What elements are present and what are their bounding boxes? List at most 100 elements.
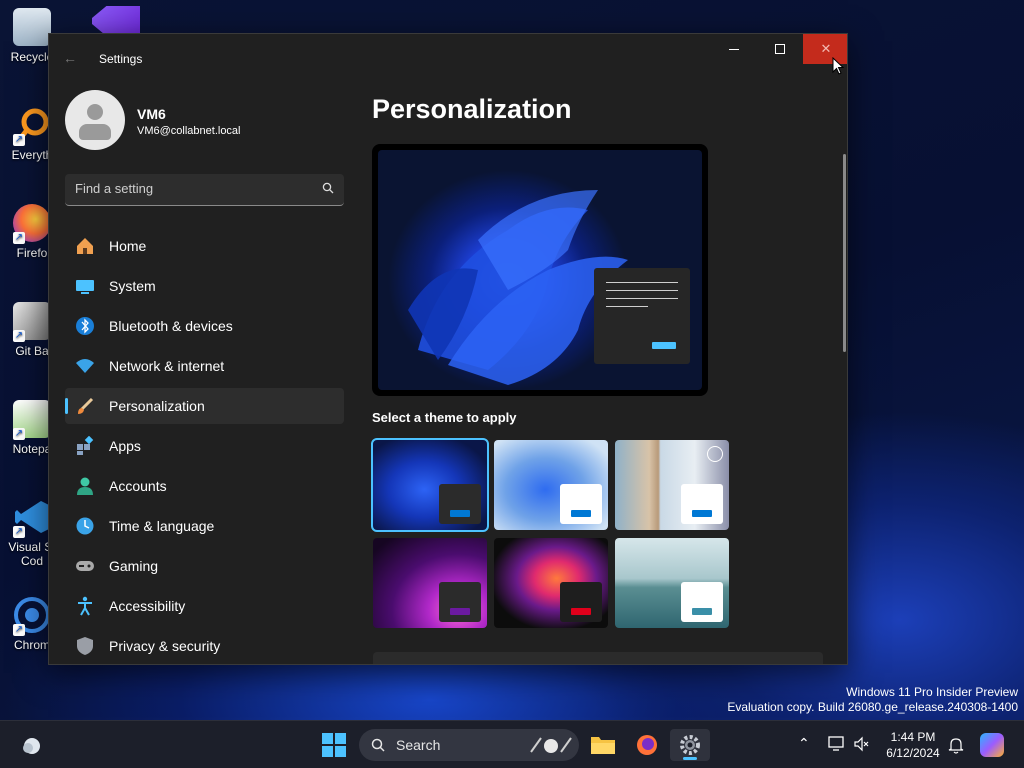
copilot-icon[interactable] [980, 733, 1004, 757]
vscode-icon: ↗ [13, 498, 51, 538]
shortcut-arrow-icon: ↗ [13, 526, 25, 538]
sidebar-item-label: Accessibility [109, 598, 186, 614]
preview-window [594, 268, 690, 364]
theme-mini-bar [692, 510, 712, 517]
visual-studio-icon[interactable] [92, 6, 140, 36]
sidebar-item-accessibility[interactable]: Accessibility [65, 588, 344, 624]
minimize-button[interactable] [711, 34, 757, 64]
sidebar-item-accounts[interactable]: Accounts [65, 468, 344, 504]
theme-spotlight[interactable] [615, 440, 729, 530]
avatar[interactable] [65, 90, 125, 150]
desktop-icon-label: Recycle [10, 50, 54, 64]
theme-flow[interactable] [615, 538, 729, 628]
page-title: Personalization [372, 94, 572, 124]
theme-windows-light[interactable] [494, 440, 608, 530]
wallpaper-preview [378, 150, 702, 390]
theme-mini-bar [692, 608, 712, 615]
display-icon[interactable] [828, 735, 846, 753]
taskbar-clock[interactable]: 1:44 PM 6/12/2024 [880, 729, 946, 761]
settings-card[interactable] [373, 652, 823, 664]
theme-mini-window [439, 484, 481, 524]
find-setting-search[interactable] [65, 174, 344, 206]
taskbar-search[interactable]: Search [359, 729, 579, 761]
sidebar-item-personalization[interactable]: Personalization [65, 388, 344, 424]
maximize-button[interactable] [757, 34, 803, 64]
theme-mini-window [681, 484, 723, 524]
taskbar-file-explorer[interactable] [583, 729, 623, 761]
sidebar-item-label: Home [109, 238, 147, 254]
time-language-icon [75, 516, 95, 536]
theme-glow[interactable] [373, 538, 487, 628]
search-input[interactable] [75, 181, 305, 196]
sidebar-item-home[interactable]: Home [65, 228, 344, 264]
theme-section-label: Select a theme to apply [372, 410, 517, 425]
theme-mini-bar [450, 608, 470, 615]
windows-logo-icon [335, 746, 346, 757]
volume-muted-icon[interactable] [853, 735, 871, 753]
firefox-icon: ↗ [13, 204, 51, 244]
network-icon [75, 356, 95, 376]
shortcut-arrow-icon: ↗ [13, 232, 25, 244]
gear-icon [680, 735, 700, 755]
sidebar-item-time-language[interactable]: Time & language [65, 508, 344, 544]
avatar-body [79, 124, 111, 140]
sidebar-item-apps[interactable]: Apps [65, 428, 344, 464]
theme-mini-window [439, 582, 481, 622]
windows-logo-icon [322, 746, 333, 757]
sidebar-item-gaming[interactable]: Gaming [65, 548, 344, 584]
taskbar-firefox[interactable] [627, 729, 667, 761]
sidebar-item-label: Time & language [109, 518, 215, 534]
sidebar-item-system[interactable]: System [65, 268, 344, 304]
sidebar-item-label: Bluetooth & devices [109, 318, 233, 334]
theme-mini-bar [571, 510, 591, 517]
sidebar-item-bluetooth[interactable]: Bluetooth & devices [65, 308, 344, 344]
desktop-icon-label: Chrom [13, 638, 50, 652]
sidebar-item-label: System [109, 278, 156, 294]
chrome-icon: ↗ [13, 596, 51, 636]
theme-mini-bar [450, 510, 470, 517]
preview-line [606, 298, 678, 299]
firefox-icon [637, 735, 657, 755]
preview-line [606, 306, 648, 307]
desktop-icon-label: Everyth [11, 148, 53, 162]
back-arrow-icon[interactable]: ← [63, 50, 79, 66]
gaming-icon [75, 556, 95, 576]
shortcut-arrow-icon: ↗ [13, 428, 25, 440]
sidebar-item-privacy-security[interactable]: Privacy & security [65, 628, 344, 664]
watermark-line-1: Windows 11 Pro Insider Preview [846, 685, 1018, 699]
sidebar-item-label: Privacy & security [109, 638, 221, 654]
accounts-icon [75, 476, 95, 496]
taskbar: Search ⌃ 1:44 PM 6/12/2024 [0, 720, 1024, 768]
notification-bell-icon[interactable] [948, 736, 964, 754]
theme-windows-dark[interactable] [371, 438, 489, 532]
sidebar-item-label: Apps [109, 438, 141, 454]
shortcut-arrow-icon: ↗ [13, 624, 25, 636]
theme-mini-bar [571, 608, 591, 615]
taskbar-settings[interactable] [670, 729, 710, 761]
preview-line [606, 290, 678, 291]
sidebar-item-network[interactable]: Network & internet [65, 348, 344, 384]
git-bash-icon: ↗ [13, 302, 51, 342]
settings-window: ← Settings ✕ VM6 VM6@collabnet.local Hom… [48, 33, 848, 665]
scrollbar[interactable] [843, 154, 846, 352]
home-icon [75, 236, 95, 256]
theme-captured-motion[interactable] [494, 538, 608, 628]
accessibility-icon [75, 596, 95, 616]
magnifier-icon: ↗ [13, 106, 51, 146]
user-name: VM6 [137, 106, 166, 122]
sidebar-nav: Home System Bluetooth & devices Network … [65, 228, 344, 664]
theme-mini-window [681, 582, 723, 622]
theme-preview [372, 144, 708, 396]
spotlight-badge-icon [707, 446, 723, 462]
desktop-icon-label: Notepa [12, 442, 52, 456]
chevron-up-icon[interactable]: ⌃ [798, 735, 810, 752]
watermark-line-2: Evaluation copy. Build 26080.ge_release.… [727, 700, 1018, 714]
start-button[interactable] [322, 733, 346, 757]
weather-icon[interactable] [20, 733, 44, 757]
windows-logo-icon [322, 733, 333, 744]
desktop-icon-label: Firefo [16, 246, 48, 260]
clock-time: 1:44 PM [890, 730, 936, 744]
search-icon [322, 182, 334, 194]
title-bar[interactable]: ← Settings ✕ [49, 34, 847, 82]
taskbar-search-label: Search [396, 737, 441, 753]
